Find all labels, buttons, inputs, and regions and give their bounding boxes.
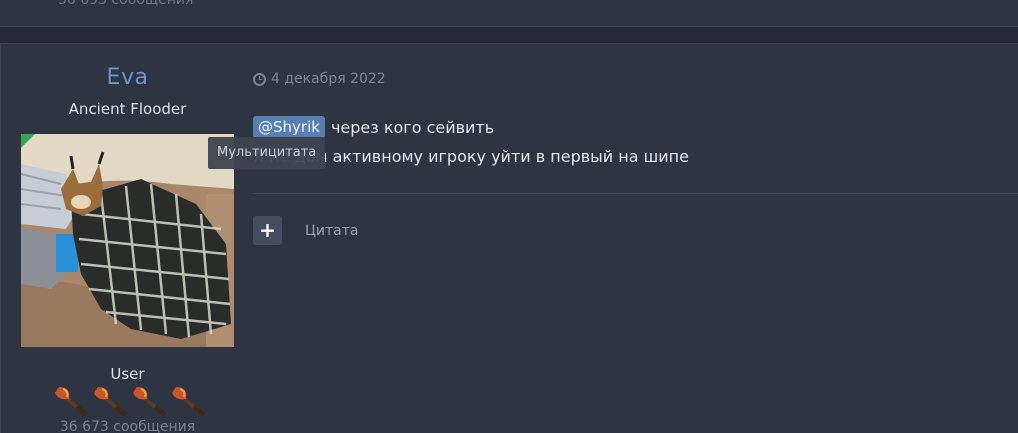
- post-author-column: Eva Ancient Flooder User 36 673 сообщени…: [1, 44, 254, 433]
- previous-post: 36 693 сообщения: [0, 0, 1018, 27]
- multiquote-tooltip: Мультицитата: [208, 137, 326, 169]
- previous-post-message-count: 36 693 сообщения: [58, 0, 194, 8]
- post-actions: + Цитата: [253, 216, 358, 245]
- avatar[interactable]: [21, 134, 234, 347]
- plus-icon: +: [259, 218, 276, 242]
- message-line-1-text: через кого сейвить: [330, 117, 495, 137]
- post-date[interactable]: 4 декабря 2022: [253, 71, 386, 87]
- user-mention-link[interactable]: @Shyrik: [253, 116, 325, 138]
- author-role: User: [110, 365, 145, 383]
- author-title: Ancient Flooder: [68, 100, 187, 118]
- axe-icon: [92, 385, 129, 417]
- post: Eva Ancient Flooder User 36 673 сообщени…: [0, 43, 1018, 433]
- online-indicator: [21, 134, 35, 148]
- clock-icon: [253, 72, 266, 86]
- post-date-text: 4 декабря 2022: [271, 71, 386, 87]
- quote-button[interactable]: Цитата: [305, 223, 358, 239]
- author-message-count: 36 673 сообщения: [59, 419, 196, 433]
- avatar-image: [21, 134, 234, 347]
- multiquote-button[interactable]: +: [253, 216, 282, 245]
- axe-icon: [131, 385, 168, 417]
- author-badges: [53, 385, 213, 417]
- axe-icon: [170, 385, 207, 417]
- axe-icon: [53, 385, 90, 417]
- author-name-link[interactable]: Eva: [1, 65, 254, 90]
- message-line-1: @Shyrik через кого сейвить: [253, 116, 494, 138]
- post-divider: [253, 193, 1018, 194]
